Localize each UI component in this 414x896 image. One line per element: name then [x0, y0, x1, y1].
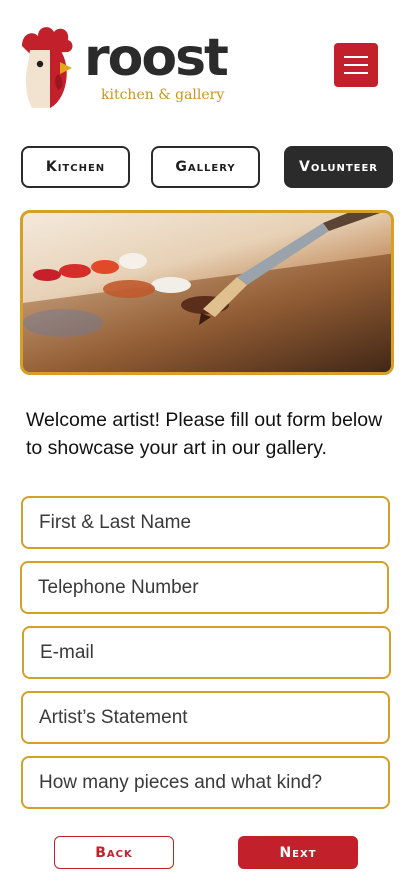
artist-statement-input[interactable]: [39, 706, 372, 729]
back-button[interactable]: Back: [54, 836, 174, 869]
telephone-field[interactable]: [20, 561, 389, 614]
hero-image-palette: [20, 210, 394, 375]
brand-tagline: kitchen & gallery: [101, 87, 225, 103]
menu-line: [344, 72, 368, 74]
hamburger-menu-icon[interactable]: [334, 43, 378, 87]
tab-volunteer[interactable]: Volunteer: [284, 146, 393, 188]
pieces-field[interactable]: [21, 756, 390, 809]
intro-text: Welcome artist! Please fill out form bel…: [26, 409, 383, 459]
email-input[interactable]: [40, 641, 373, 664]
name-input[interactable]: [39, 511, 372, 534]
menu-line: [344, 64, 368, 66]
brand-name: roost: [84, 28, 229, 88]
rooster-icon[interactable]: [20, 24, 78, 108]
next-button[interactable]: Next: [238, 836, 358, 869]
email-field[interactable]: [22, 626, 391, 679]
menu-line: [344, 56, 368, 58]
telephone-input[interactable]: [38, 576, 371, 599]
tab-kitchen[interactable]: Kitchen: [21, 146, 130, 188]
artist-statement-field[interactable]: [21, 691, 390, 744]
header: roost kitchen & gallery: [0, 0, 414, 120]
pieces-input[interactable]: [39, 771, 372, 794]
name-field[interactable]: [21, 496, 390, 549]
tab-gallery[interactable]: Gallery: [151, 146, 260, 188]
